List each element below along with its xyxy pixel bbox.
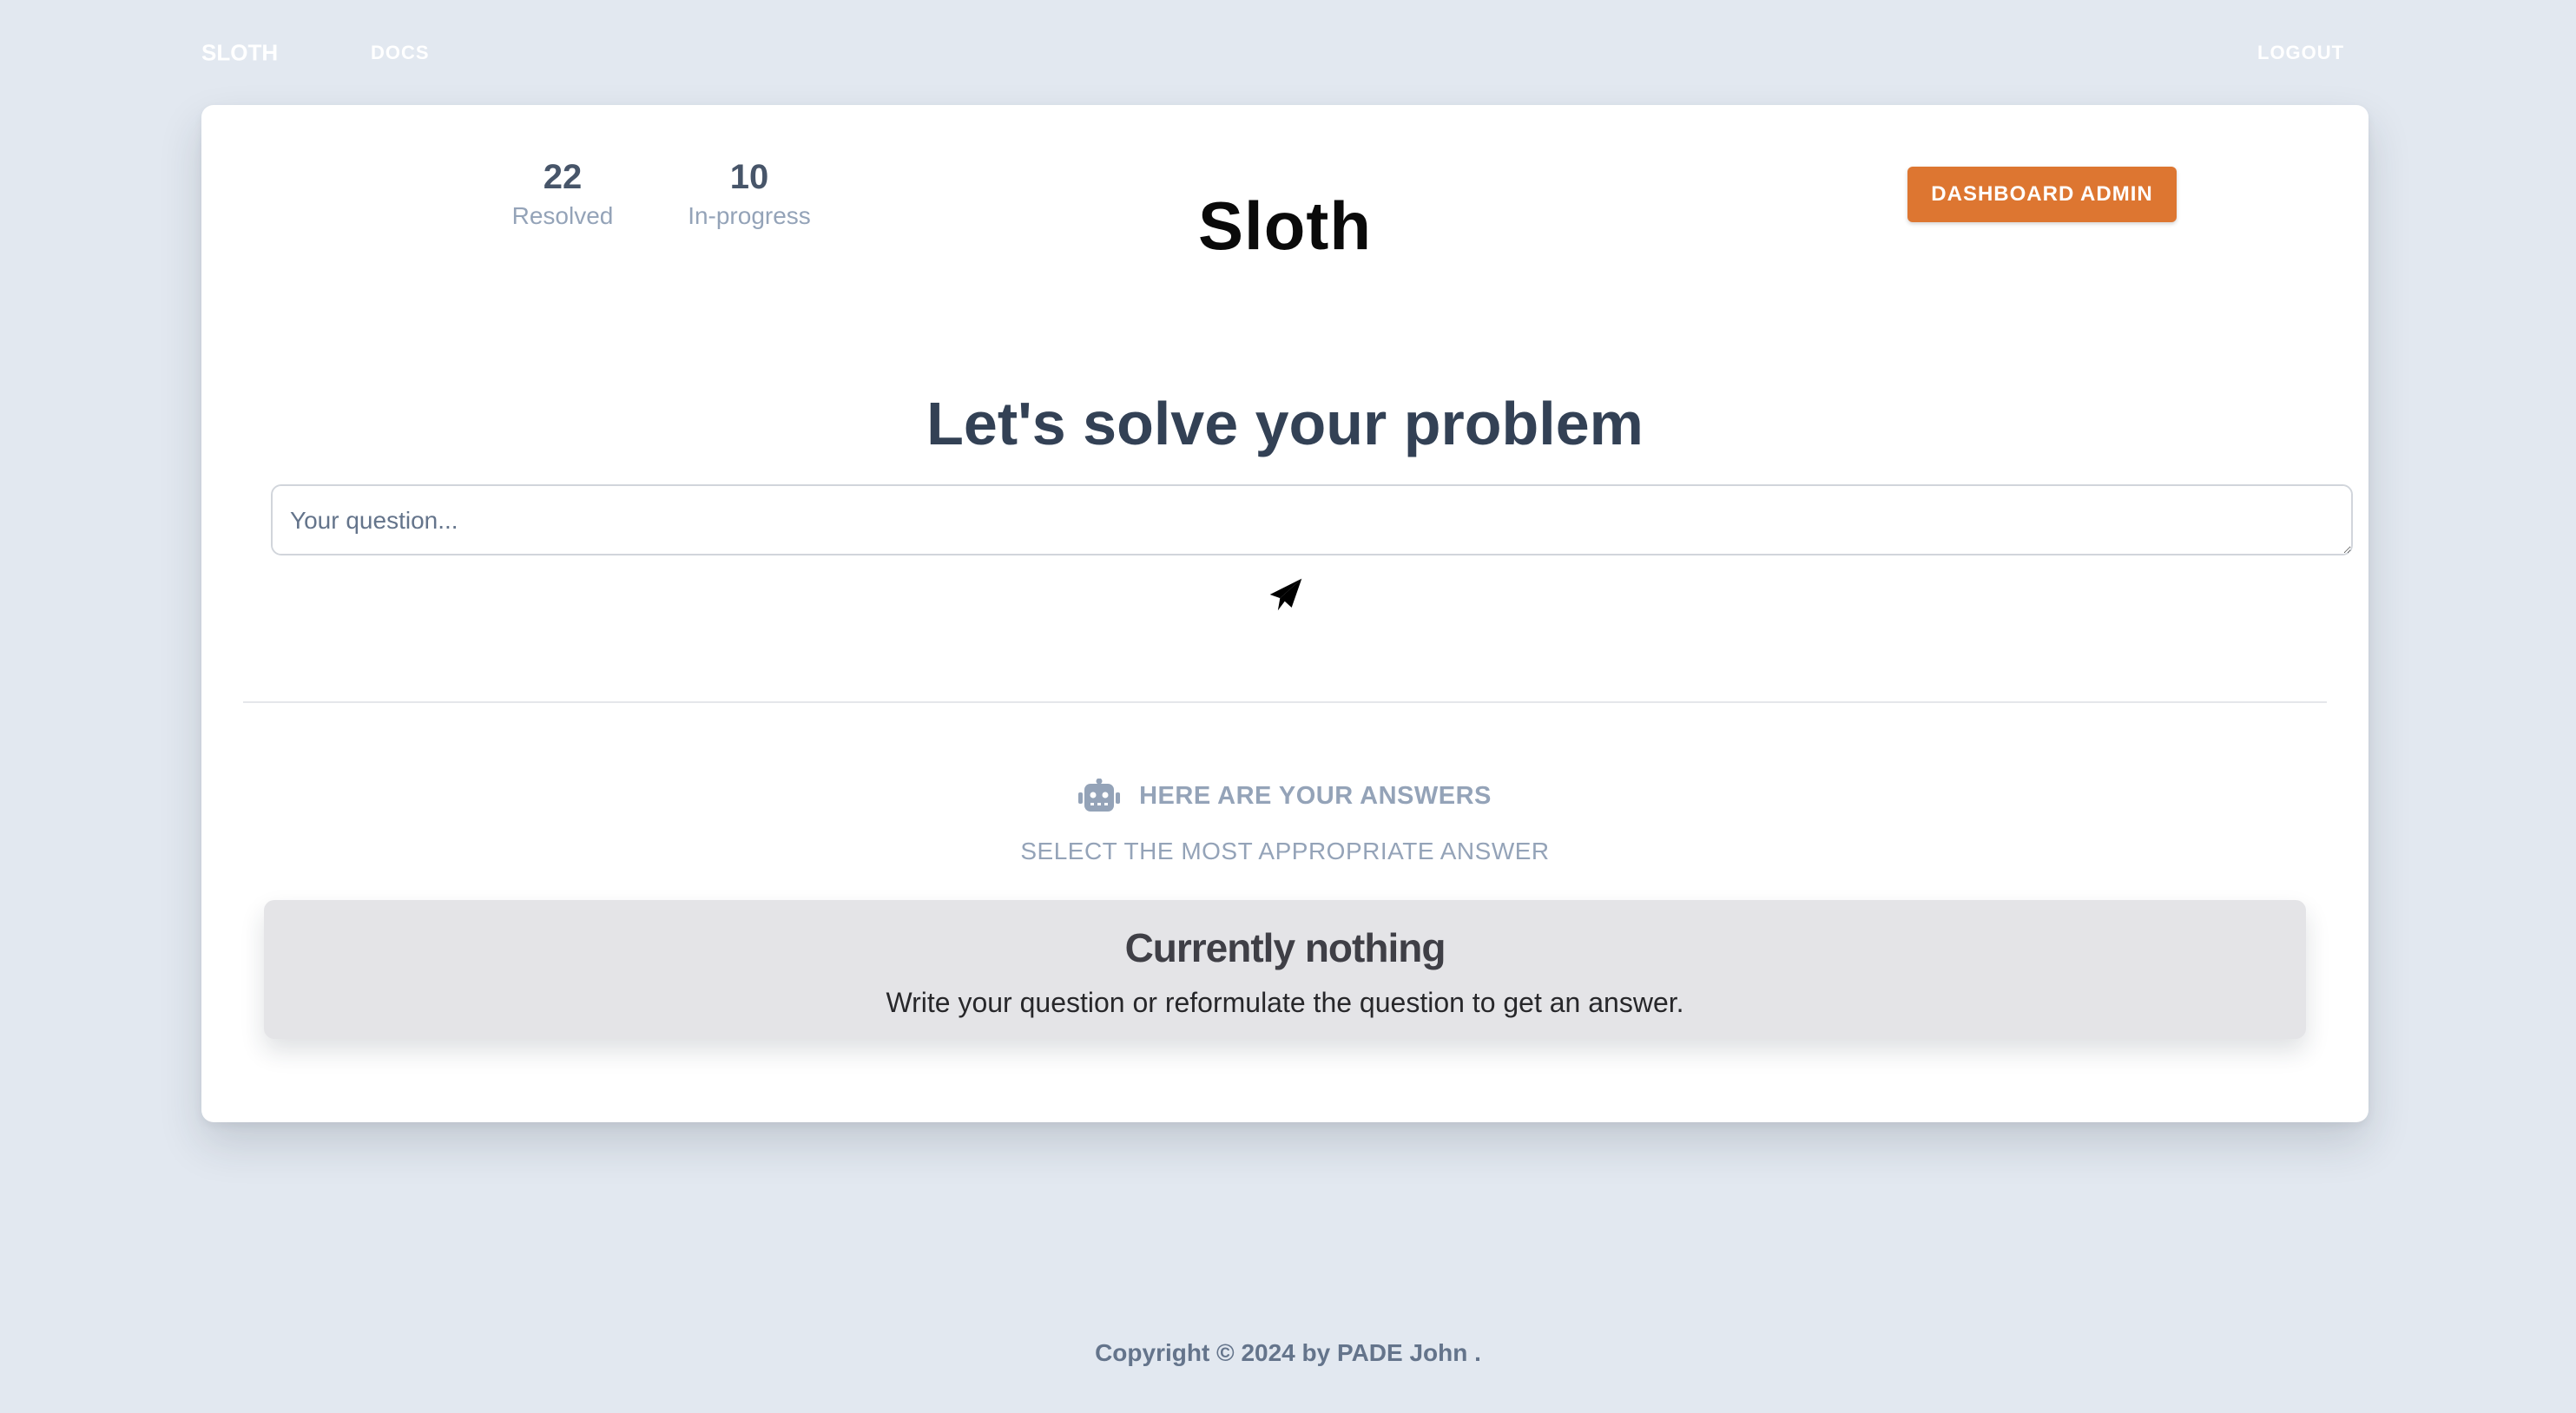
main-card: 22 Resolved 10 In-progress Sloth DASHBOA… bbox=[201, 105, 2368, 1122]
answers-subtitle: SELECT THE MOST APPROPRIATE ANSWER bbox=[1020, 838, 1550, 864]
answers-title: HERE ARE YOUR ANSWERS bbox=[1139, 781, 1492, 810]
nav-docs-link[interactable]: DOCS bbox=[371, 42, 430, 64]
logout-link[interactable]: LOGOUT bbox=[2257, 42, 2344, 64]
stat-resolved-label: Resolved bbox=[511, 202, 614, 229]
section-divider bbox=[243, 701, 2327, 703]
stat-resolved: 22 Resolved bbox=[463, 154, 662, 232]
page-title: Let's solve your problem bbox=[926, 390, 1644, 457]
stat-in-progress-label: In-progress bbox=[688, 202, 811, 229]
sloth-logo: Sloth bbox=[1198, 187, 1372, 264]
empty-answer-card: Currently nothing Write your question or… bbox=[264, 900, 2306, 1039]
stat-in-progress-value: 10 bbox=[729, 158, 769, 196]
dashboard-admin-button[interactable]: DASHBOARD ADMIN bbox=[1907, 167, 2177, 222]
footer-copyright: Copyright © 2024 by PADE John . bbox=[1095, 1339, 1481, 1366]
send-button[interactable] bbox=[1264, 574, 1308, 615]
stat-resolved-value: 22 bbox=[543, 158, 583, 196]
answers-header: HERE ARE YOUR ANSWERS bbox=[201, 777, 2368, 815]
question-input[interactable] bbox=[271, 484, 2353, 555]
robot-icon bbox=[1078, 779, 1121, 812]
empty-answer-title: Currently nothing bbox=[1124, 925, 1446, 970]
nav-brand-link[interactable]: SLOTH bbox=[201, 40, 278, 67]
stat-in-progress: 10 In-progress bbox=[649, 154, 849, 232]
empty-answer-text: Write your question or reformulate the q… bbox=[886, 987, 1684, 1018]
paper-plane-icon bbox=[1269, 578, 1302, 611]
